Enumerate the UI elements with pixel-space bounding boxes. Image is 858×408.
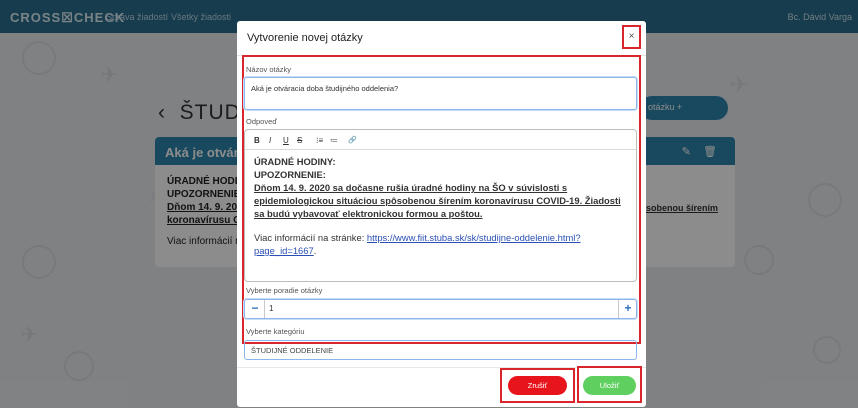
modal-title: Vytvorenie novej otázky [247,32,363,44]
bullet-list-icon[interactable]: ≔ [330,136,338,145]
question-name-input[interactable]: Aká je otváracia doba študijného oddelen… [244,77,637,110]
increment-button[interactable]: + [620,300,636,318]
answer-more-info: Viac informácií na stránke: https://www.… [254,231,629,257]
more-info-suffix: . [313,245,317,256]
cancel-highlight-box: Zrušiť [500,368,575,403]
strikethrough-button[interactable]: S [297,136,302,145]
close-icon: × [628,31,635,42]
answer-line-notice: UPOZORNENIE: [254,169,326,180]
save-button[interactable]: Uložiť [583,376,636,395]
category-select[interactable]: ŠTUDIJNÉ ODDELENIE [244,340,637,360]
stepper-divider [264,300,265,318]
ordered-list-icon[interactable]: ⁝≡ [316,136,323,145]
editor-content[interactable]: ÚRADNÉ HODINY: UPOZORNENIE: Dňom 14. 9. … [254,155,629,257]
more-info-prefix: Viac informácií na stránke: [254,232,367,243]
underline-button[interactable]: U [283,136,289,145]
answer-line-hours: ÚRADNÉ HODINY: [254,156,336,167]
bold-button[interactable]: B [254,136,260,145]
modal-header: Vytvorenie novej otázky × [237,21,646,56]
stepper-divider [618,300,619,318]
answer-editor[interactable]: B I U S ⁝≡ ≔ 🔗 ÚRADNÉ HODINY: UPOZORNENI… [244,129,637,282]
order-label: Vyberte poradie otázky [246,286,323,295]
answer-spacer [254,220,629,231]
create-question-modal: Vytvorenie novej otázky × Názov otázky A… [237,21,646,407]
italic-button[interactable]: I [269,136,271,145]
link-icon[interactable]: 🔗 [348,136,357,144]
answer-notice-text: Dňom 14. 9. 2020 sa dočasne rušia úradné… [254,182,621,219]
save-highlight-box: Uložiť [577,366,642,403]
answer-label: Odpoveď [246,117,277,126]
close-button[interactable]: × [622,25,641,49]
order-stepper: − 1 + [244,299,637,319]
category-label: Vyberte kategóriu [246,327,305,336]
question-name-label: Názov otázky [246,65,292,74]
editor-toolbar: B I U S ⁝≡ ≔ 🔗 [245,130,636,150]
order-value[interactable]: 1 [269,304,273,313]
decrement-button[interactable]: − [247,300,263,318]
cancel-button[interactable]: Zrušiť [508,376,567,395]
